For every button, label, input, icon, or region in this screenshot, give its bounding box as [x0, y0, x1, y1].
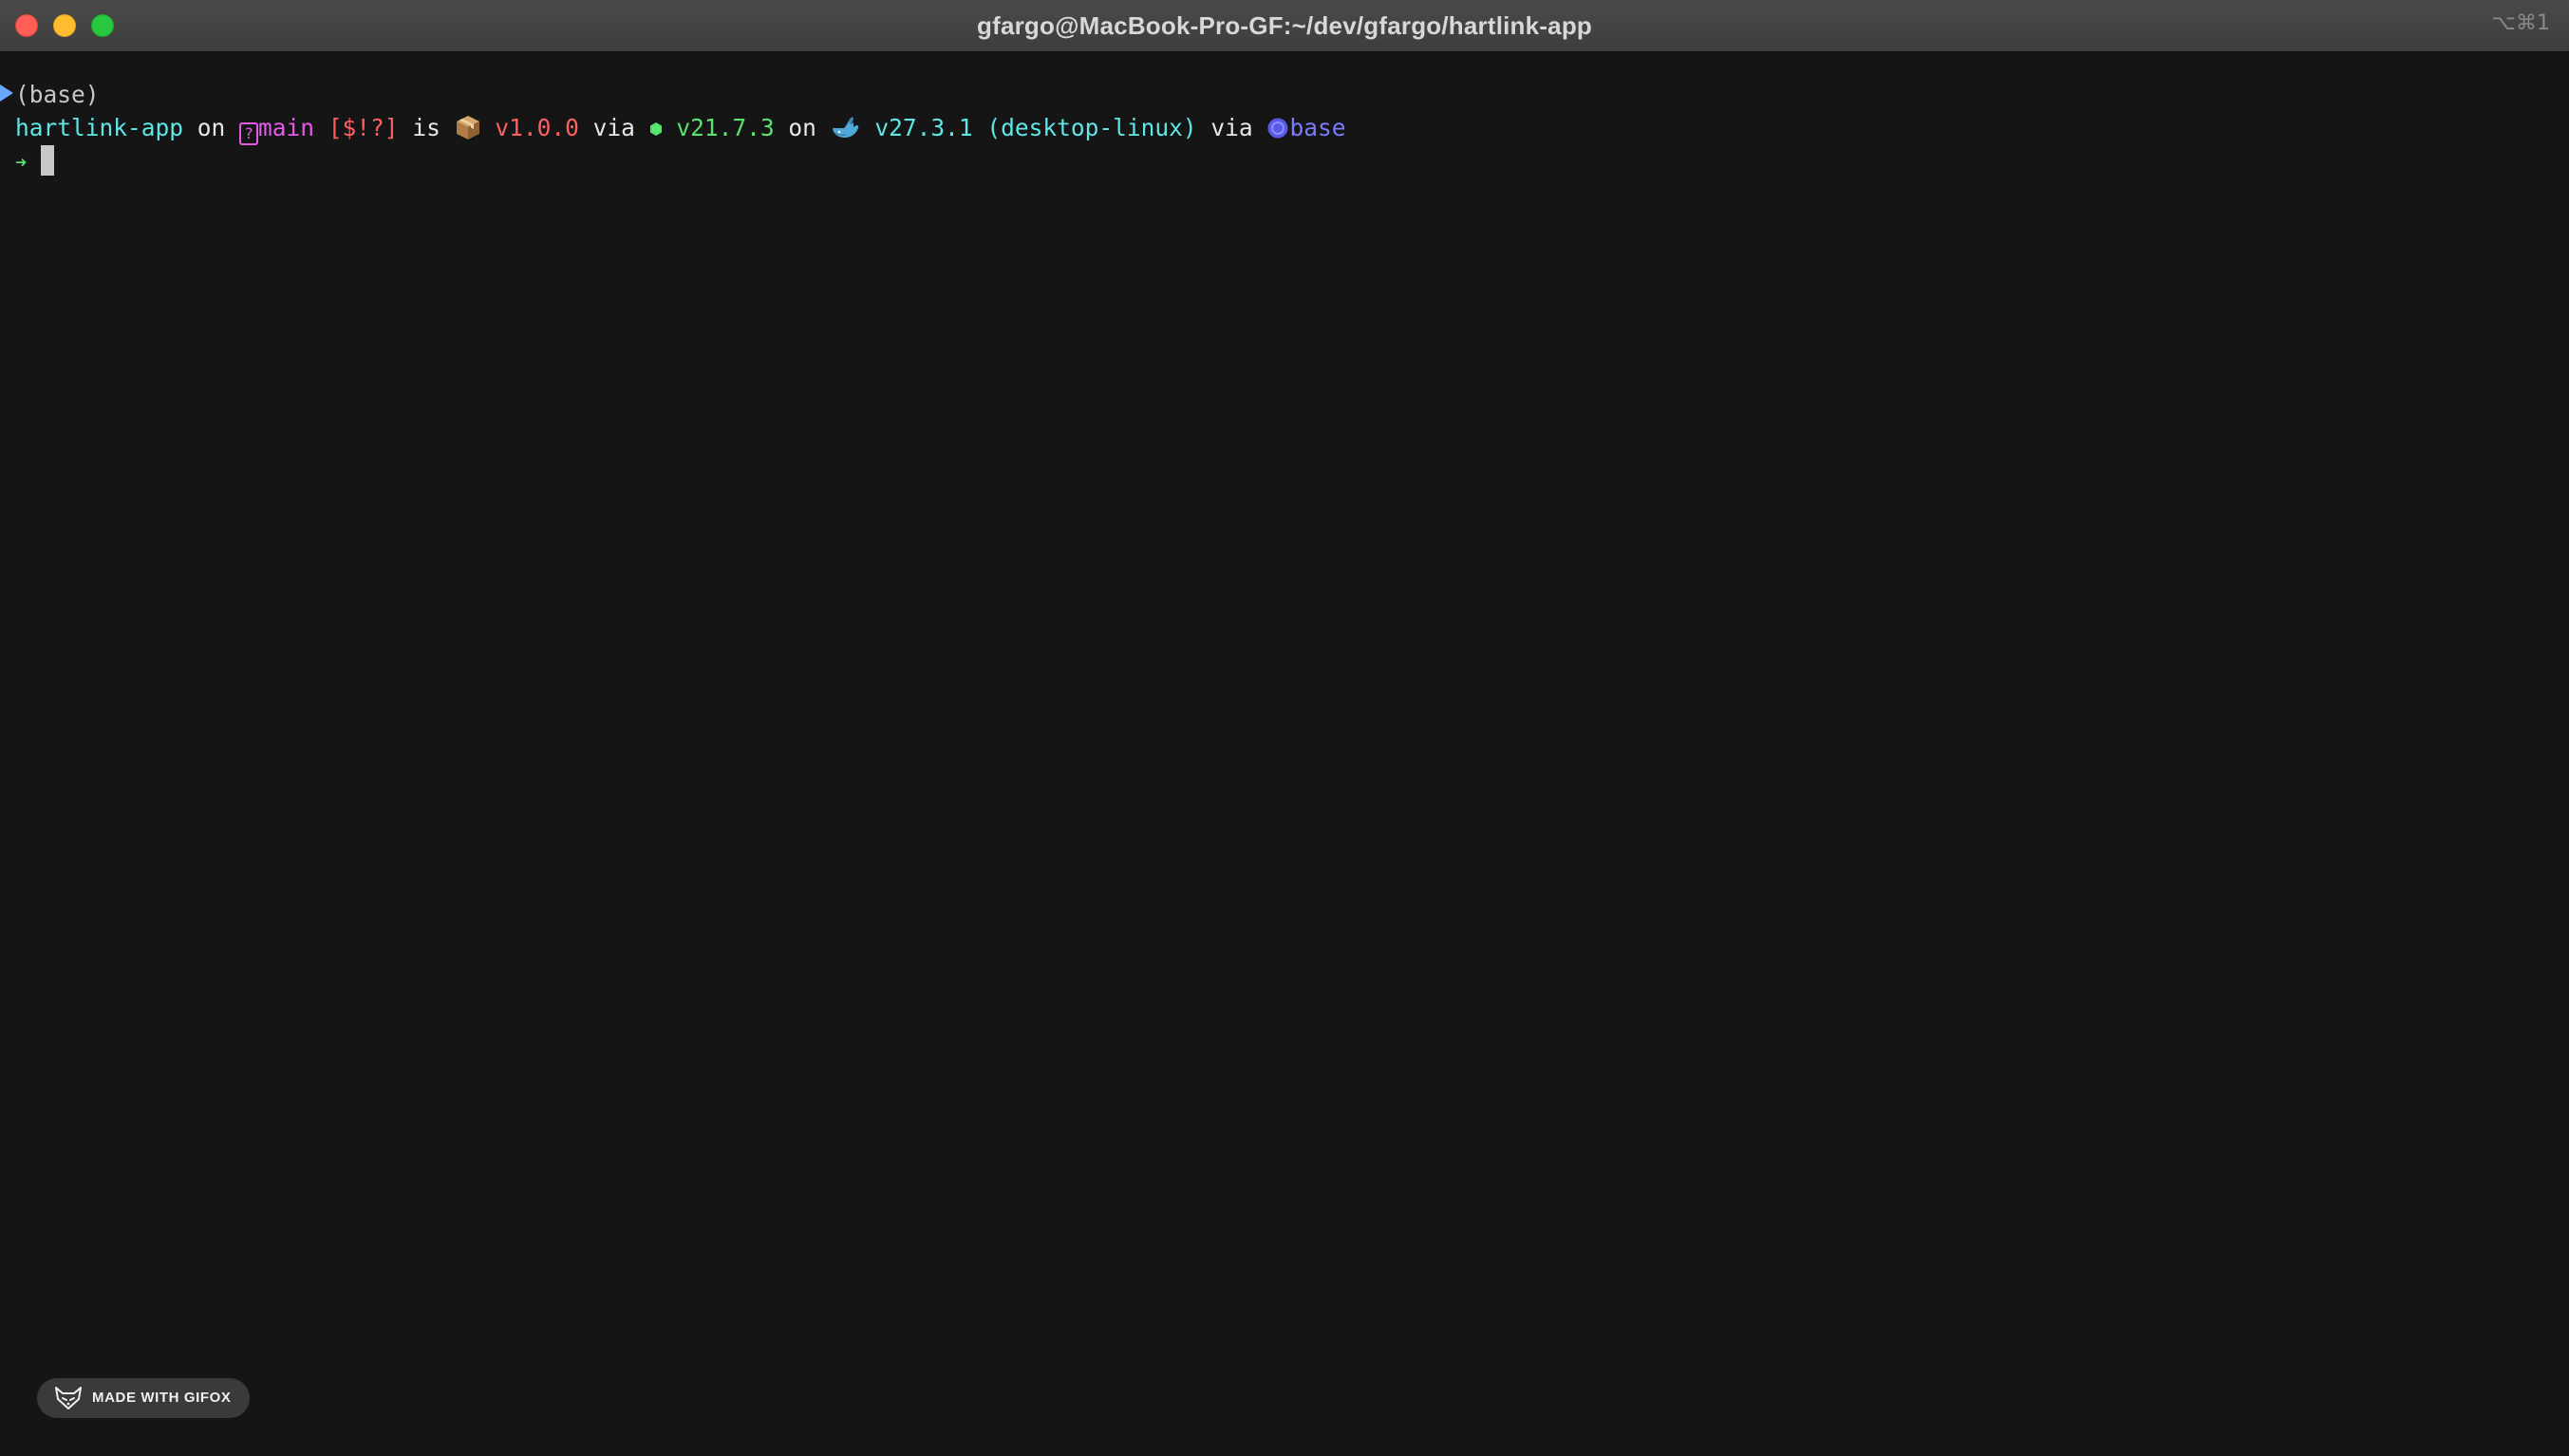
terminal-body[interactable]: (base) hartlink-app on ? main [$!?] is v1… [0, 52, 2569, 1456]
text-cursor [40, 145, 54, 176]
prompt-word-is: is [398, 114, 455, 141]
git-branch: main [258, 114, 315, 141]
docker-whale-icon [832, 117, 858, 138]
terminal-window: gfargo@MacBook-Pro-GF:~/dev/gfargo/hartl… [0, 0, 2569, 1456]
prompt-word-on-2: on [774, 114, 831, 141]
conda-circle-icon [1267, 118, 1288, 139]
prompt-arrow-icon: ➜ [15, 151, 28, 174]
branch-question-icon: ? [239, 122, 259, 145]
watermark-text: MADE WITH GIFOX [92, 1390, 232, 1406]
git-status: [$!?] [314, 114, 399, 141]
gifox-watermark: MADE WITH GIFOX [37, 1378, 250, 1418]
window-title: gfargo@MacBook-Pro-GF:~/dev/gfargo/hartl… [977, 11, 1592, 40]
input-line[interactable]: ➜ [15, 144, 54, 177]
prompt-word-via: via [578, 114, 649, 141]
title-bar[interactable]: gfargo@MacBook-Pro-GF:~/dev/gfargo/hartl… [0, 0, 2569, 52]
env-line: (base) [0, 78, 100, 111]
nodejs-hexagon-icon [649, 122, 662, 136]
conda-env-label: (base) [15, 81, 100, 108]
prompt-directory: hartlink-app [15, 114, 184, 141]
prompt-word-on: on [183, 114, 240, 141]
node-version: v21.7.3 [662, 114, 775, 141]
window-shortcut: ⌥⌘1 [2491, 11, 2550, 35]
conda-env: base [1289, 114, 1346, 141]
package-box-icon [456, 116, 479, 140]
docker-version: v27.3.1 [860, 114, 973, 141]
prompt-word-via-2: via [1196, 114, 1267, 141]
gifox-fox-icon [55, 1387, 82, 1409]
prompt-marker-icon [0, 84, 13, 102]
docker-context: (desktop-linux) [972, 114, 1197, 141]
package-version: v1.0.0 [480, 114, 579, 141]
prompt-line: hartlink-app on ? main [$!?] is v1.0.0 vi… [15, 111, 1346, 145]
